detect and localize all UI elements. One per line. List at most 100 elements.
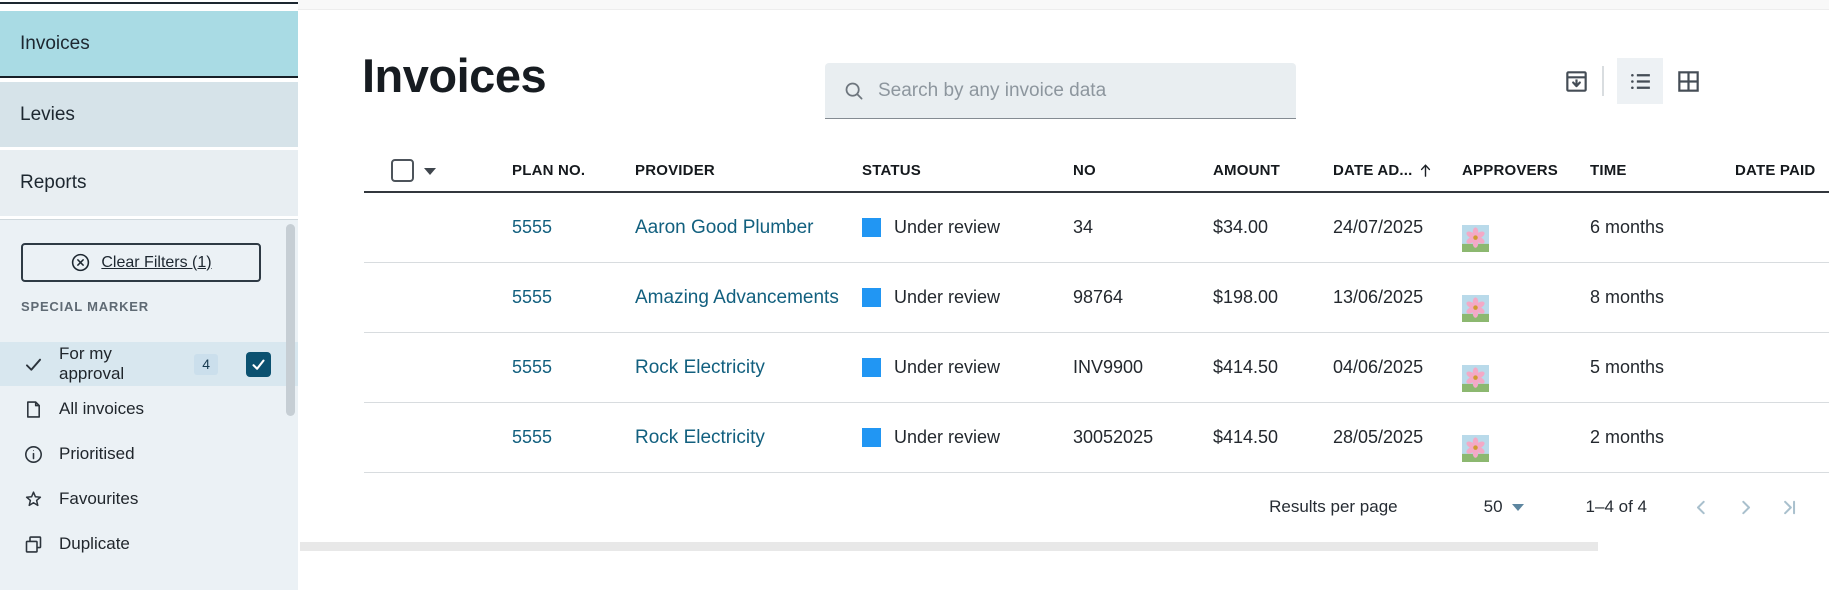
flower-avatar-image: [1462, 294, 1489, 322]
date-added: 24/07/2025: [1333, 217, 1424, 237]
column-header-status[interactable]: STATUS: [862, 162, 1073, 179]
column-header-plan-no[interactable]: PLAN NO.: [512, 162, 635, 179]
status-label: Under review: [894, 217, 1001, 237]
list-view-button[interactable]: [1617, 58, 1663, 104]
last-page-button[interactable]: [1779, 497, 1800, 518]
results-per-page-label: Results per page: [1269, 497, 1398, 516]
column-header-approvers[interactable]: APPROVERS: [1462, 162, 1590, 179]
filter-item-label: For my approval: [59, 344, 125, 383]
provider-link[interactable]: Amazing Advancements: [635, 287, 839, 308]
status-indicator: [862, 288, 881, 307]
date-added: 28/05/2025: [1333, 427, 1424, 447]
sidebar-item-label: Reports: [20, 172, 87, 193]
sidebar-item-label: Invoices: [20, 32, 90, 54]
circle-x-icon: [72, 253, 90, 272]
filter-item-prioritised[interactable]: Prioritised: [0, 432, 298, 476]
flower-avatar-image: [1462, 434, 1489, 462]
status-indicator: [862, 218, 881, 237]
provider-link[interactable]: Aaron Good Plumber: [635, 217, 814, 238]
sidebar-scrollbar[interactable]: [286, 224, 295, 416]
filter-item-label: Favourites: [59, 489, 139, 508]
filter-checkbox-checked[interactable]: [246, 351, 271, 377]
column-header-provider[interactable]: PROVIDER: [635, 162, 862, 179]
pagination-range: 1–4 of 4: [1585, 497, 1647, 516]
invoice-no: 34: [1073, 217, 1094, 237]
sidebar-item-levies[interactable]: Levies: [0, 82, 298, 147]
top-strip: [298, 0, 1829, 10]
status-indicator: [862, 358, 881, 377]
table-row[interactable]: 5555 Amazing Advancements Under review 9…: [364, 263, 1829, 333]
plan-no-link[interactable]: 5555: [512, 427, 552, 447]
select-menu-caret-icon[interactable]: [424, 167, 436, 181]
time-elapsed: 2 months: [1590, 427, 1665, 447]
grid-view-button[interactable]: [1676, 69, 1701, 94]
date-added: 04/06/2025: [1333, 357, 1424, 377]
plan-no-link[interactable]: 5555: [512, 217, 552, 237]
filter-item-duplicate[interactable]: Duplicate: [0, 522, 298, 566]
previous-page-button[interactable]: [1691, 497, 1712, 518]
select-all-checkbox[interactable]: [391, 159, 414, 182]
filter-item-for-my-approval[interactable]: For my approval 4: [0, 342, 298, 386]
chevron-left-icon: [1696, 500, 1705, 514]
pagination-controls: [1691, 497, 1800, 518]
column-header-time[interactable]: TIME: [1590, 162, 1735, 179]
invoices-app: Invoices Levies Reports Clear Filters (1…: [0, 0, 1829, 590]
download-tray-icon: [1566, 70, 1587, 92]
time-elapsed: 5 months: [1590, 357, 1665, 377]
plan-no-link[interactable]: 5555: [512, 357, 552, 377]
amount: $414.50: [1213, 357, 1279, 377]
next-page-button[interactable]: [1735, 497, 1756, 518]
search-input[interactable]: [878, 79, 1278, 102]
filter-panel: Clear Filters (1) SPECIAL MARKER For my …: [0, 219, 298, 590]
invoices-table: PLAN NO. PROVIDER STATUS NO AMOUNT DATE …: [364, 150, 1829, 473]
table-row[interactable]: 5555 Rock Electricity Under review 30052…: [364, 403, 1829, 473]
invoice-no: 30052025: [1073, 427, 1154, 447]
column-header-date-added[interactable]: DATE AD...: [1333, 162, 1462, 179]
table-row[interactable]: 5555 Rock Electricity Under review INV99…: [364, 333, 1829, 403]
status-label: Under review: [894, 287, 1001, 307]
filter-item-label: Duplicate: [59, 534, 130, 553]
page-size-dropdown[interactable]: 50: [1484, 497, 1524, 517]
sidebar-item-reports[interactable]: Reports: [0, 150, 298, 216]
clear-filters-button[interactable]: Clear Filters (1): [21, 243, 261, 282]
invoice-no: INV9900: [1073, 357, 1144, 377]
amount: $414.50: [1213, 427, 1279, 447]
filter-item-favourites[interactable]: Favourites: [0, 477, 298, 521]
provider-link[interactable]: Rock Electricity: [635, 427, 765, 448]
info-icon: [25, 445, 42, 463]
star-icon: [25, 490, 42, 506]
date-added: 13/06/2025: [1333, 287, 1424, 307]
provider-link[interactable]: Rock Electricity: [635, 357, 765, 378]
view-controls: [1564, 58, 1701, 104]
horizontal-scrollbar[interactable]: [300, 542, 1598, 551]
document-icon: [27, 400, 40, 418]
grid-view-icon: [1678, 70, 1699, 92]
sidebar-item-invoices[interactable]: Invoices: [0, 11, 298, 78]
search-box: [825, 63, 1296, 119]
amount: $198.00: [1213, 287, 1279, 307]
clear-filters-label: Clear Filters (1): [101, 253, 212, 271]
check-icon: [25, 358, 42, 371]
column-header-amount[interactable]: AMOUNT: [1213, 162, 1333, 179]
flower-avatar-image: [1462, 364, 1489, 392]
filter-item-all-invoices[interactable]: All invoices: [0, 387, 298, 431]
status-label: Under review: [894, 427, 1001, 447]
page-size-value: 50: [1483, 497, 1503, 516]
sort-ascending-arrow-icon: [1420, 164, 1430, 177]
invoice-no: 98764: [1073, 287, 1124, 307]
filter-item-label: All invoices: [59, 399, 145, 418]
search-icon: [845, 82, 863, 99]
duplicate-icon: [25, 535, 42, 553]
column-header-date-paid[interactable]: DATE PAID: [1735, 162, 1829, 179]
status-label: Under review: [894, 357, 1001, 377]
export-download-button[interactable]: [1564, 69, 1589, 94]
page-title: Invoices: [362, 49, 547, 102]
approver-avatar: [1462, 294, 1590, 322]
view-controls-divider: [1602, 66, 1604, 96]
time-elapsed: 8 months: [1590, 287, 1665, 307]
filter-item-label: Prioritised: [59, 444, 135, 463]
time-elapsed: 6 months: [1590, 217, 1665, 237]
table-row[interactable]: 5555 Aaron Good Plumber Under review 34 …: [364, 193, 1829, 263]
plan-no-link[interactable]: 5555: [512, 287, 552, 307]
column-header-no[interactable]: NO: [1073, 162, 1213, 179]
